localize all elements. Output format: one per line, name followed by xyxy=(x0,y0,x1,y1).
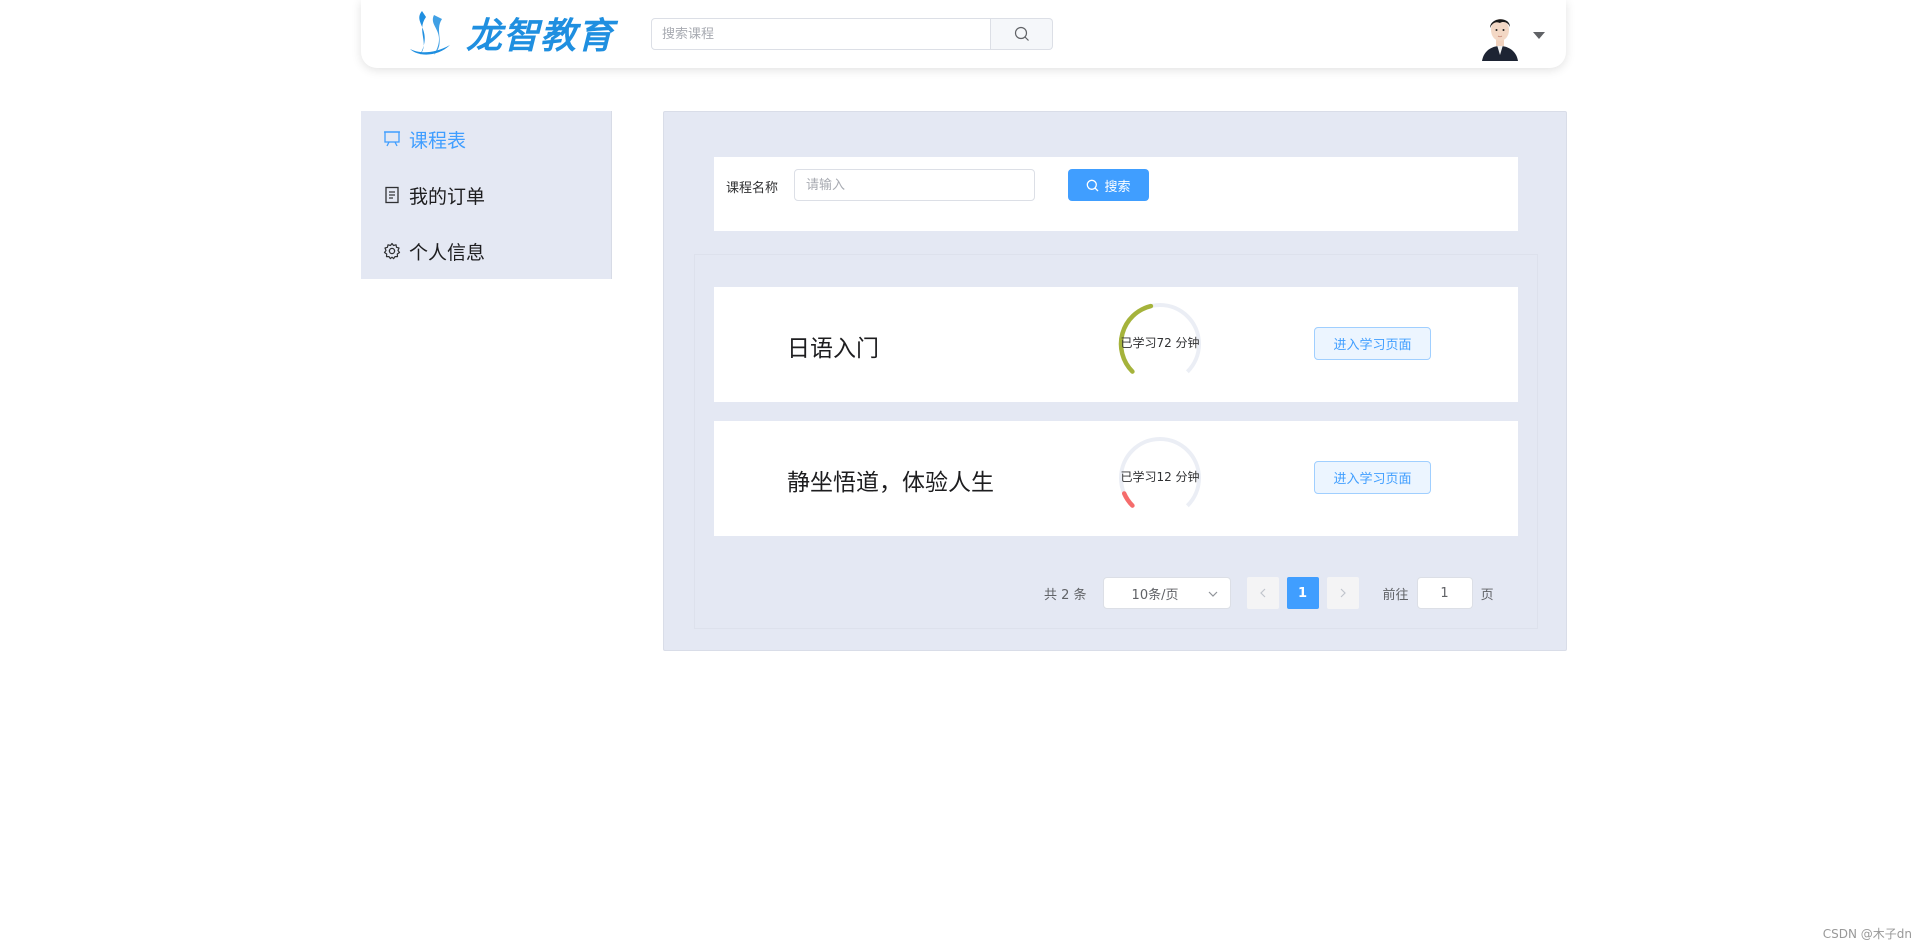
user-menu-caret-icon[interactable] xyxy=(1533,32,1545,39)
course-name: 日语入门 xyxy=(787,336,879,362)
course-card: 日语入门 已学习72 分钟 进入学习页面 xyxy=(714,287,1518,402)
goto-label: 前往 xyxy=(1382,587,1409,603)
header-search-button[interactable] xyxy=(991,18,1053,50)
document-icon xyxy=(385,186,399,204)
search-icon xyxy=(1014,26,1029,41)
course-name: 静坐悟道，体验人生 xyxy=(787,470,994,496)
sidebar-item-label: 课程表 xyxy=(409,129,467,152)
progress-ring: 已学习72 分钟 xyxy=(1107,291,1213,397)
progress-text: 已学习12 分钟 xyxy=(1120,470,1200,484)
search-icon xyxy=(1087,179,1099,191)
logo-text: 龙智教育 xyxy=(466,16,615,57)
next-page-button[interactable] xyxy=(1326,577,1359,609)
search-button[interactable]: 搜索 xyxy=(1068,169,1149,201)
course-name-input[interactable] xyxy=(794,169,1035,201)
presentation-board-icon xyxy=(384,131,400,147)
enter-study-button[interactable]: 进入学习页面 xyxy=(1314,327,1431,360)
search-button-label: 搜索 xyxy=(1104,179,1131,195)
logo-mark-icon xyxy=(410,11,450,55)
sidebar-item-profile[interactable]: 个人信息 xyxy=(361,223,611,279)
chevron-down-icon xyxy=(1208,591,1217,597)
sidebar-item-orders[interactable]: 我的订单 xyxy=(361,167,611,223)
logo[interactable]: 龙智教育 xyxy=(404,9,614,57)
sidebar: 课程表 我的订单 个人信息 xyxy=(361,111,612,279)
sidebar-item-schedule[interactable]: 课程表 xyxy=(361,111,611,167)
sidebar-item-label: 个人信息 xyxy=(409,241,486,264)
progress-text: 已学习72 分钟 xyxy=(1120,336,1200,350)
avatar[interactable] xyxy=(1480,11,1520,61)
pagination: 共 2 条 10条/页 1 前往 页 xyxy=(1044,577,1494,609)
page-suffix-label: 页 xyxy=(1480,587,1494,603)
page-size-value: 10条/页 xyxy=(1131,587,1179,603)
enter-study-button[interactable]: 进入学习页面 xyxy=(1314,461,1431,494)
sidebar-item-label: 我的订单 xyxy=(409,185,486,208)
filter-bar: 课程名称 搜索 xyxy=(714,157,1518,231)
page-size-select[interactable]: 10条/页 xyxy=(1102,577,1231,609)
chevron-left-icon xyxy=(1259,588,1265,598)
user-avatar-icon xyxy=(1480,11,1520,61)
header-search xyxy=(651,18,1053,50)
prev-page-button[interactable] xyxy=(1246,577,1279,609)
course-name-label: 课程名称 xyxy=(726,181,779,196)
header-search-input[interactable] xyxy=(651,18,991,50)
top-header: 龙智教育 xyxy=(361,0,1566,68)
course-card: 静坐悟道，体验人生 已学习12 分钟 进入学习页面 xyxy=(714,421,1518,536)
progress-ring: 已学习12 分钟 xyxy=(1107,425,1213,531)
main-panel: 课程名称 搜索 日语入门 已学习72 分钟 进入学习页面 静坐悟道，体验人生 xyxy=(663,111,1567,651)
goto-page-input[interactable] xyxy=(1416,577,1473,609)
chevron-right-icon xyxy=(1340,588,1346,598)
watermark: CSDN @木子dn xyxy=(1822,927,1912,941)
page-number-current[interactable]: 1 xyxy=(1286,577,1319,609)
pagination-total: 共 2 条 xyxy=(1044,587,1087,603)
gear-icon xyxy=(383,242,401,260)
